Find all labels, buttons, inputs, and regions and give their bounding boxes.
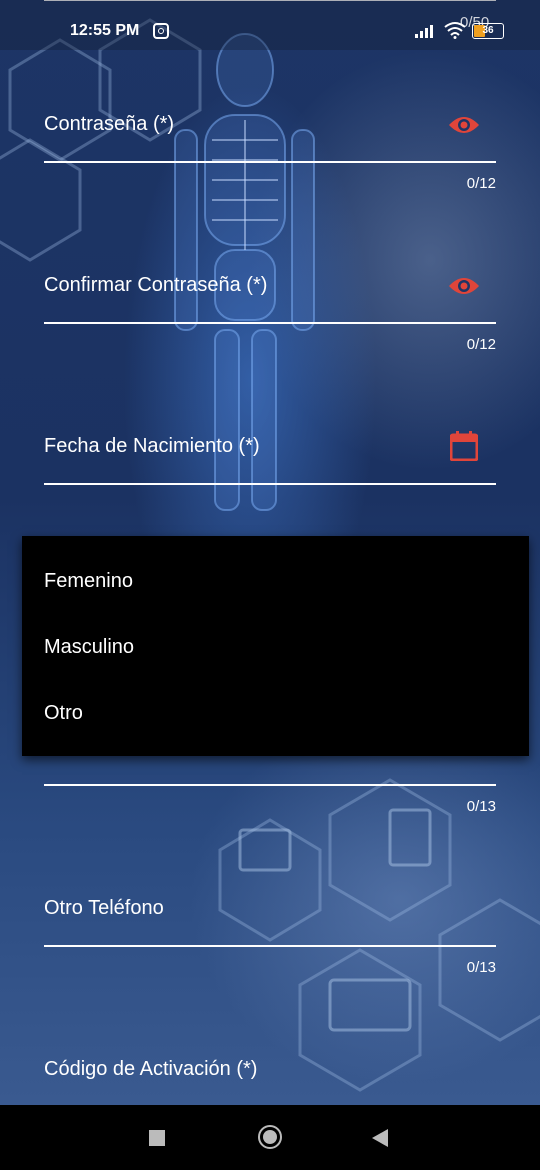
calendar-icon[interactable] [450, 431, 478, 461]
other-phone-underline [44, 945, 496, 947]
recents-icon[interactable] [149, 1130, 165, 1146]
instagram-icon [153, 23, 169, 39]
eye-icon[interactable] [448, 114, 480, 136]
back-icon[interactable] [372, 1129, 388, 1147]
dropdown-option-femenino[interactable]: Femenino [44, 570, 133, 593]
battery-icon: 36 [472, 23, 504, 39]
dropdown-option-masculino[interactable]: Masculino [44, 636, 134, 659]
other-phone-counter: 0/13 [466, 959, 496, 976]
confirm-password-label: Confirmar Contraseña (*) [44, 274, 268, 296]
birth-date-underline [44, 483, 496, 485]
password-underline [44, 161, 496, 163]
activation-code-label: Código de Activación (*) [44, 1058, 258, 1080]
status-time: 12:55 PM [70, 22, 140, 39]
signal-icon [415, 25, 433, 38]
confirm-password-counter: 0/12 [466, 336, 496, 353]
phone-underline [44, 784, 496, 786]
password-counter: 0/12 [466, 175, 496, 192]
home-icon[interactable] [258, 1125, 282, 1149]
dropdown-option-otro[interactable]: Otro [44, 702, 83, 725]
birth-date-label: Fecha de Nacimiento (*) [44, 435, 260, 457]
confirm-password-underline [44, 322, 496, 324]
phone-counter: 0/13 [466, 798, 496, 815]
eye-icon[interactable] [448, 275, 480, 297]
status-bar: 12:55 PM 0/50 36 [0, 0, 540, 50]
gender-dropdown-menu: Femenino Masculino Otro [22, 536, 529, 756]
other-phone-label: Otro Teléfono [44, 897, 164, 919]
password-label: Contraseña (*) [44, 113, 175, 135]
battery-level: 36 [482, 25, 494, 36]
